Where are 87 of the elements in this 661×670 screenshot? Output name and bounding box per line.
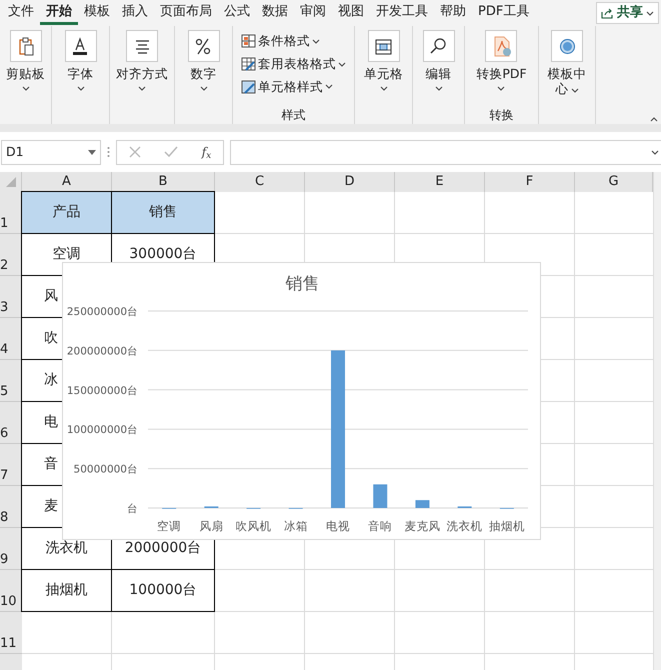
scrollbar[interactable] — [653, 172, 661, 670]
header-cell: 产品 — [21, 191, 112, 234]
ribbon-tab[interactable]: 审阅 — [294, 1, 332, 25]
row-header[interactable]: 9 — [0, 528, 22, 570]
category-label: 麦克风 — [404, 519, 440, 533]
collapse-icon[interactable] — [650, 117, 658, 122]
caret-icon — [380, 86, 388, 91]
ribbon-button[interactable]: 剪贴板 — [4, 30, 47, 106]
select-all-corner[interactable] — [0, 172, 22, 192]
column-header[interactable]: D — [305, 172, 395, 192]
caret-icon — [22, 86, 30, 91]
column-header[interactable]: A — [22, 172, 112, 192]
ribbon-button[interactable]: 对齐方式 — [114, 30, 170, 106]
ribbon-button[interactable]: 模板中心 — [543, 30, 591, 106]
column-header[interactable]: F — [485, 172, 575, 192]
caret-icon — [200, 86, 208, 91]
ribbon-button[interactable]: 套用表格格式 — [241, 54, 346, 74]
cancel-icon[interactable] — [128, 146, 141, 158]
group-label: 样式 — [282, 107, 306, 124]
table-format-icon — [241, 57, 256, 72]
caret-icon — [76, 86, 84, 91]
triangle-icon — [6, 177, 16, 187]
category-label: 吹风机 — [236, 519, 272, 533]
column-header[interactable]: C — [215, 172, 305, 192]
name-box[interactable]: D1 — [1, 140, 101, 164]
check-icon[interactable] — [164, 146, 178, 158]
formula-input[interactable] — [230, 140, 661, 164]
category-label: 音响 — [368, 519, 392, 533]
bar — [373, 484, 388, 508]
row-header[interactable]: 10 — [0, 570, 22, 612]
expand-icon[interactable] — [651, 150, 659, 154]
group-label: 转换 — [490, 107, 514, 124]
caret-icon — [312, 38, 320, 44]
row-header[interactable]: 6 — [0, 402, 22, 444]
category-label: 抽烟机 — [488, 519, 525, 533]
header-cell: 销售 — [111, 191, 215, 234]
row-header[interactable]: 7 — [0, 444, 22, 486]
ribbon-button[interactable]: 编辑 — [420, 30, 456, 106]
row-header[interactable]: 4 — [0, 318, 22, 360]
table-cell: 100000台 — [111, 569, 215, 612]
ribbon-tab[interactable]: 数据 — [256, 1, 294, 25]
ribbon-button[interactable]: 字体 — [62, 30, 98, 106]
row-header[interactable]: 3 — [0, 276, 22, 318]
bar — [415, 500, 430, 508]
caret-icon — [570, 88, 578, 93]
category-label: 洗衣机 — [446, 519, 483, 533]
row-header[interactable] — [0, 654, 22, 670]
axis-tick-label: 台 — [127, 503, 138, 515]
ribbon-button[interactable]: 单元格 — [362, 30, 405, 106]
insert-function-button[interactable]: f$_{x}$ — [202, 143, 212, 161]
dropdown-icon — [88, 150, 96, 154]
ribbon-tab[interactable]: 页面布局 — [154, 1, 218, 25]
caret-icon — [138, 86, 146, 91]
ribbon-tab[interactable]: 开发工具 — [370, 1, 434, 25]
row-header[interactable]: 11 — [0, 612, 22, 654]
category-label: 冰箱 — [284, 519, 308, 533]
ribbon-tab[interactable]: PDF工具 — [472, 1, 536, 25]
share-button[interactable]: 共享 — [596, 2, 659, 24]
ribbon-button[interactable]: 单元格样式 — [241, 78, 346, 96]
category-label: 电视 — [326, 519, 350, 533]
row-header[interactable]: 8 — [0, 486, 22, 528]
column-header[interactable]: B — [112, 172, 215, 192]
caret-icon — [325, 84, 333, 90]
caret-icon — [497, 86, 506, 91]
row-header[interactable]: 5 — [0, 360, 22, 402]
ribbon-tab[interactable]: 公式 — [218, 1, 256, 25]
column-header[interactable]: E — [395, 172, 485, 192]
row-header[interactable]: 2 — [0, 234, 22, 276]
ribbon-tab[interactable]: 文件 — [2, 1, 40, 25]
ribbon-button[interactable]: 数字 — [186, 30, 222, 106]
caret-icon — [646, 10, 654, 16]
row-header[interactable]: 1 — [0, 192, 22, 234]
table-cell: 抽烟机 — [21, 569, 112, 612]
ribbon-tab[interactable]: 插入 — [116, 1, 154, 25]
chart-title: 销售 — [286, 274, 320, 294]
ribbon-button[interactable]: 转换PDF — [474, 30, 529, 106]
caret-icon — [434, 86, 442, 91]
ribbon-tab[interactable]: 视图 — [332, 1, 370, 25]
more-icon — [107, 146, 110, 158]
share-icon — [601, 7, 614, 19]
caret-icon — [338, 62, 346, 67]
cell-style-icon — [241, 80, 256, 94]
ribbon-tab[interactable]: 帮助 — [434, 1, 472, 25]
ribbon-button[interactable]: 条件格式 — [241, 32, 346, 51]
conditional-format-icon — [241, 34, 256, 48]
column-header[interactable]: G — [575, 172, 653, 192]
ribbon-tab[interactable]: 模板 — [78, 1, 116, 25]
